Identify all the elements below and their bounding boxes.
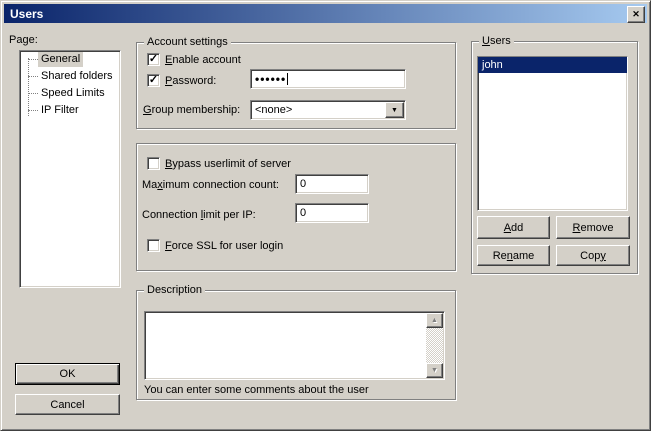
- tree-item-label: Speed Limits: [38, 86, 108, 101]
- cancel-button[interactable]: Cancel: [15, 394, 120, 415]
- password-checkbox[interactable]: ✓: [147, 74, 160, 87]
- password-value: ••••••: [255, 72, 286, 86]
- password-label: Password:: [165, 75, 216, 88]
- description-group: Description ▲ ▼ You can enter some comme…: [136, 290, 456, 400]
- account-settings-title: Account settings: [144, 36, 231, 49]
- ip-limit-input[interactable]: 0: [295, 203, 369, 223]
- text-caret: [287, 73, 288, 85]
- group-membership-value: <none>: [255, 104, 292, 116]
- description-textarea[interactable]: ▲ ▼: [144, 311, 445, 380]
- scroll-up-icon: ▲: [431, 317, 438, 324]
- combo-dropdown-button[interactable]: ▼: [385, 102, 404, 118]
- description-hint: You can enter some comments about the us…: [144, 384, 369, 397]
- tree-item-ip-filter[interactable]: IP Filter: [20, 102, 120, 119]
- scroll-down-button[interactable]: ▼: [426, 363, 443, 378]
- enable-account-checkbox[interactable]: ✓: [147, 53, 160, 66]
- tree-item-general[interactable]: General: [20, 51, 120, 68]
- tree-item-label: IP Filter: [38, 103, 82, 118]
- ip-limit-value: 0: [300, 207, 306, 219]
- check-icon: ✓: [149, 75, 158, 86]
- tree-item-label: Shared folders: [38, 69, 116, 84]
- user-name: john: [482, 59, 503, 71]
- ok-button[interactable]: OK: [15, 363, 120, 385]
- tree-item-label: General: [38, 52, 83, 67]
- list-item-user[interactable]: john: [478, 57, 627, 73]
- add-button[interactable]: Add: [477, 216, 550, 239]
- title-bar[interactable]: Users ✕: [4, 4, 647, 23]
- enable-account-label: Enable account: [165, 54, 241, 67]
- chevron-down-icon: ▼: [391, 107, 398, 114]
- users-dialog: Users ✕ Page: General Shared folders Spe…: [0, 0, 651, 431]
- scroll-down-icon: ▼: [431, 367, 438, 374]
- account-settings-group: Account settings ✓ Enable account ✓ Pass…: [136, 42, 456, 129]
- limits-group: Bypass userlimit of server Maximum conne…: [136, 143, 456, 271]
- window-title: Users: [10, 7, 43, 21]
- bypass-userlimit-label: Bypass userlimit of server: [165, 158, 291, 171]
- password-input[interactable]: ••••••: [250, 69, 406, 89]
- description-scrollbar[interactable]: ▲ ▼: [426, 313, 443, 378]
- max-connection-input[interactable]: 0: [295, 174, 369, 194]
- ip-limit-label: Connection limit per IP:: [142, 209, 256, 222]
- check-icon: ✓: [149, 54, 158, 65]
- remove-button[interactable]: Remove: [556, 216, 630, 239]
- close-icon: ✕: [632, 10, 640, 19]
- group-membership-label: Group membership:: [143, 104, 240, 117]
- page-tree: General Shared folders Speed Limits IP F…: [19, 50, 121, 288]
- force-ssl-label: Force SSL for user login: [165, 240, 283, 253]
- force-ssl-checkbox[interactable]: [147, 239, 160, 252]
- users-group-title: Users: [479, 35, 514, 48]
- group-membership-combobox[interactable]: <none> ▼: [250, 100, 406, 120]
- max-connection-value: 0: [300, 178, 306, 190]
- tree-item-shared-folders[interactable]: Shared folders: [20, 68, 120, 85]
- users-group: Users john Add Remove Rename Copy: [471, 41, 638, 274]
- bypass-userlimit-checkbox[interactable]: [147, 157, 160, 170]
- description-title: Description: [144, 284, 205, 297]
- close-button[interactable]: ✕: [627, 6, 645, 23]
- rename-button[interactable]: Rename: [477, 245, 550, 266]
- copy-button[interactable]: Copy: [556, 245, 630, 266]
- scroll-up-button[interactable]: ▲: [426, 313, 443, 328]
- max-connection-label: Maximum connection count:: [142, 179, 279, 192]
- page-label: Page:: [9, 34, 38, 47]
- tree-item-speed-limits[interactable]: Speed Limits: [20, 85, 120, 102]
- users-listbox[interactable]: john: [477, 56, 628, 211]
